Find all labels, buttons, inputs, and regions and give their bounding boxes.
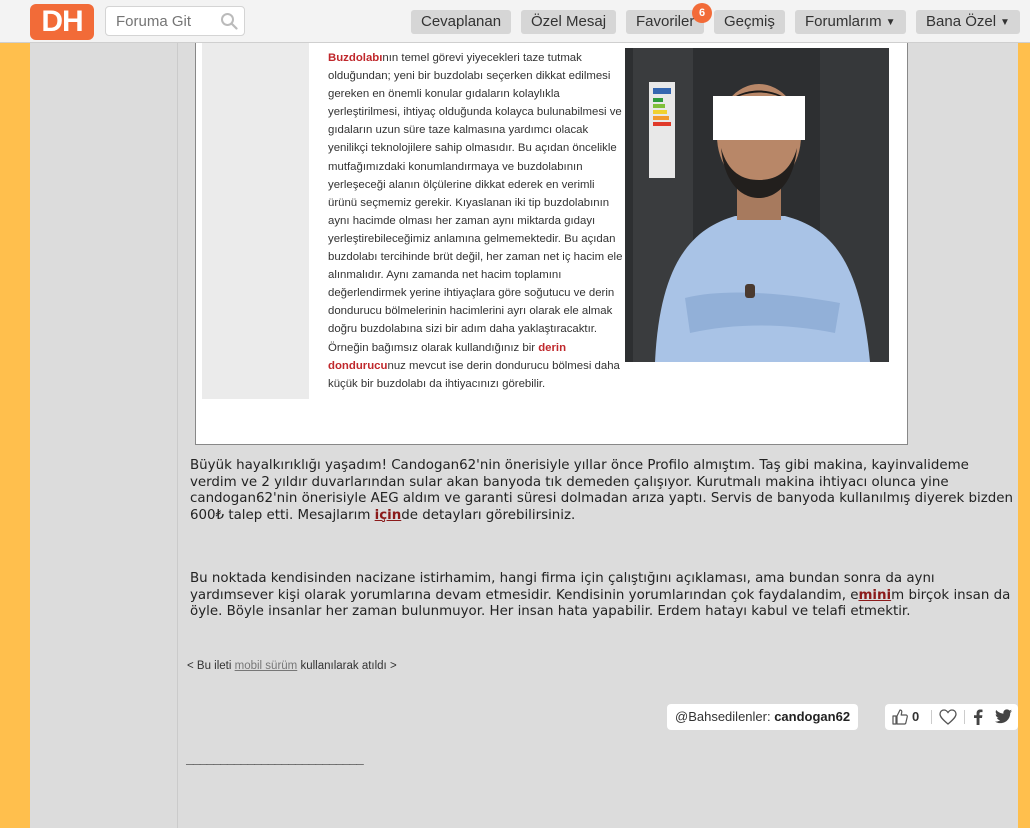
left-accent-strip bbox=[0, 43, 30, 828]
article-side-panel bbox=[202, 43, 309, 399]
top-navigation-bar: DH Cevaplanan Özel Mesaj Favoriler 6 Geç… bbox=[0, 0, 1030, 43]
action-divider bbox=[964, 710, 965, 724]
facebook-icon[interactable] bbox=[973, 709, 983, 725]
like-count: 0 bbox=[912, 709, 920, 724]
mobile-note-prefix: < Bu ileti bbox=[187, 660, 235, 672]
article-body-1: nın temel görevi yiyecekleri taze tutmak… bbox=[328, 52, 623, 354]
nav-history-button[interactable]: Geçmiş bbox=[714, 10, 785, 34]
inline-link-mini[interactable]: mini bbox=[858, 588, 891, 603]
favorites-count-badge: 6 bbox=[692, 3, 712, 23]
mentioned-user-link[interactable]: candogan62 bbox=[774, 709, 850, 724]
person-photo-illustration bbox=[625, 48, 889, 362]
nav-forums-dropdown[interactable]: Forumlarım ▼ bbox=[795, 10, 906, 34]
messages-link[interactable]: için bbox=[375, 508, 402, 523]
nav-for-me-label: Bana Özel bbox=[926, 13, 997, 30]
post-action-bar: 0 bbox=[885, 704, 1018, 730]
nav-for-me-dropdown[interactable]: Bana Özel ▼ bbox=[916, 10, 1020, 34]
twitter-icon[interactable] bbox=[995, 709, 1012, 724]
post-paragraph-2: Bu noktada kendisinden nacizane istirham… bbox=[190, 571, 1016, 621]
post-text-1b: de detayları görebilirsiniz. bbox=[401, 507, 576, 523]
article-highlight-fridge: Buzdolabı bbox=[328, 52, 383, 64]
mobile-version-link[interactable]: mobil sürüm bbox=[235, 660, 298, 672]
article-text: Buzdolabının temel görevi yiyecekleri ta… bbox=[328, 49, 624, 393]
action-divider bbox=[931, 710, 932, 724]
embedded-article-image: Buzdolabının temel görevi yiyecekleri ta… bbox=[195, 43, 908, 445]
chevron-down-icon: ▼ bbox=[1000, 17, 1010, 28]
mentions-box: @Bahsedilenler: candogan62 bbox=[667, 704, 859, 730]
post-paragraph-1: Büyük hayalkırıklığı yaşadım! Candogan62… bbox=[190, 458, 1016, 524]
chevron-down-icon: ▼ bbox=[885, 17, 896, 28]
dh-logo[interactable]: DH bbox=[30, 4, 94, 40]
nav-private-message-button[interactable]: Özel Mesaj bbox=[521, 10, 617, 34]
post-text-1a: Büyük hayalkırıklığı yaşadım! Candogan62… bbox=[190, 458, 1013, 523]
signature-divider: __________________________ bbox=[186, 752, 364, 767]
nav-replied-button[interactable]: Cevaplanan bbox=[411, 10, 512, 34]
search-input[interactable] bbox=[116, 13, 216, 30]
mobile-version-note: < Bu ileti mobil sürüm kullanılarak atıl… bbox=[187, 660, 397, 672]
post-text-2a: Bu noktada kendisinden nacizane istirham… bbox=[190, 571, 935, 603]
article-person-photo bbox=[625, 48, 889, 362]
right-accent-strip bbox=[1018, 43, 1030, 828]
search-icon[interactable] bbox=[220, 12, 238, 30]
mobile-note-suffix: kullanılarak atıldı > bbox=[297, 660, 397, 672]
post-author-column bbox=[30, 43, 178, 828]
heart-icon[interactable] bbox=[939, 709, 957, 725]
thumbs-up-icon[interactable] bbox=[892, 709, 908, 725]
nav-forums-label: Forumlarım bbox=[805, 13, 882, 30]
mentions-label: @Bahsedilenler: bbox=[675, 709, 775, 724]
forum-search-box[interactable] bbox=[105, 6, 245, 36]
